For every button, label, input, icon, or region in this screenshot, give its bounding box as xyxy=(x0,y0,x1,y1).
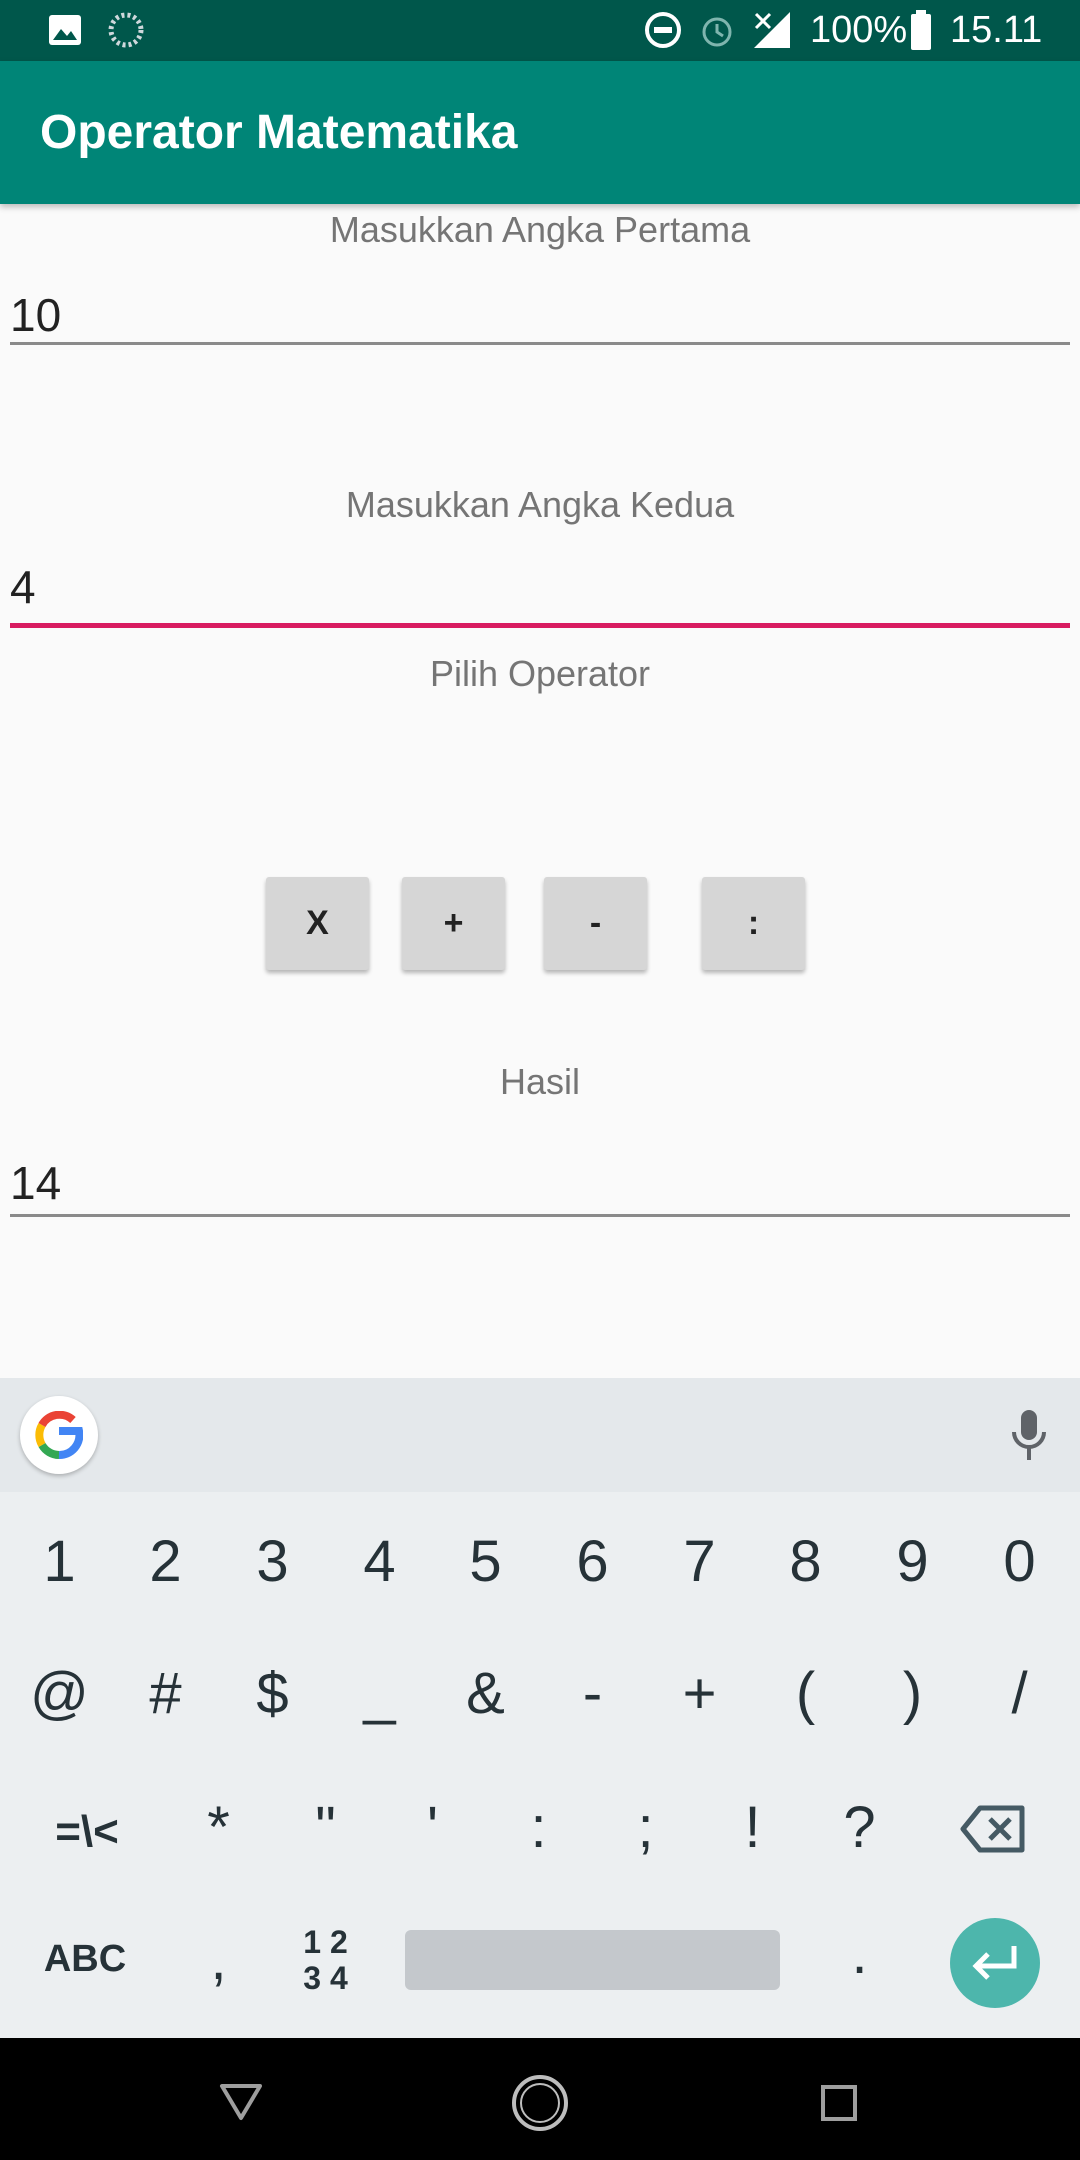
numpad-bottom-label: 3 4 xyxy=(303,1960,348,1996)
key-3[interactable]: 3 xyxy=(219,1528,326,1595)
result-underline xyxy=(10,1214,1070,1217)
key-5[interactable]: 5 xyxy=(432,1528,539,1595)
enter-icon xyxy=(972,1946,1017,1980)
key-single-quote[interactable]: ' xyxy=(379,1794,486,1861)
recents-icon[interactable] xyxy=(820,2084,858,2122)
multiply-button[interactable]: X xyxy=(266,877,369,970)
google-icon xyxy=(35,1411,83,1459)
first-number-input[interactable]: 10 xyxy=(10,280,1070,350)
alarm-icon xyxy=(702,17,732,47)
second-number-underline xyxy=(10,623,1070,628)
keyboard: 1 2 3 4 5 6 7 8 9 0 @ # $ _ & - + ( ) / … xyxy=(0,1492,1080,2038)
key-7[interactable]: 7 xyxy=(646,1528,753,1595)
add-button[interactable]: + xyxy=(402,877,505,970)
key-period[interactable]: . xyxy=(806,1920,913,1987)
key-exclamation[interactable]: ! xyxy=(699,1794,806,1861)
navigation-bar xyxy=(0,2038,1080,2160)
key-plus[interactable]: + xyxy=(646,1660,753,1727)
key-hash[interactable]: # xyxy=(112,1660,219,1727)
key-question[interactable]: ? xyxy=(806,1794,913,1861)
clock: 15.11 xyxy=(950,9,1043,51)
result-value: 14 xyxy=(10,1157,62,1209)
key-abc[interactable]: ABC xyxy=(30,1938,140,1981)
key-minus[interactable]: - xyxy=(539,1660,646,1727)
status-bar: 100% 15.11 xyxy=(0,0,1080,61)
first-number-label: Masukkan Angka Pertama xyxy=(329,209,751,250)
key-8[interactable]: 8 xyxy=(752,1528,859,1595)
dnd-icon xyxy=(645,12,681,48)
backspace-icon[interactable] xyxy=(960,1804,1026,1854)
keyboard-suggestion-strip xyxy=(0,1378,1080,1492)
second-number-input[interactable]: 4 xyxy=(10,556,1070,631)
subtract-button[interactable]: - xyxy=(544,877,647,970)
microphone-icon[interactable] xyxy=(1010,1408,1048,1464)
operator-label: Pilih Operator xyxy=(429,653,651,694)
first-number-underline xyxy=(10,342,1070,345)
second-number-label: Masukkan Angka Kedua xyxy=(345,484,735,525)
app-bar: Operator Matematika xyxy=(0,61,1080,204)
key-open-paren[interactable]: ( xyxy=(752,1660,859,1727)
battery-percent: 100% xyxy=(810,9,908,51)
key-numpad[interactable]: 1 2 3 4 xyxy=(272,1924,379,2004)
key-4[interactable]: 4 xyxy=(326,1528,433,1595)
key-0[interactable]: 0 xyxy=(966,1528,1073,1595)
result-label: Hasil xyxy=(499,1061,580,1102)
key-colon[interactable]: : xyxy=(485,1794,592,1861)
key-underscore[interactable]: _ xyxy=(326,1660,433,1727)
key-close-paren[interactable]: ) xyxy=(859,1660,966,1727)
back-icon[interactable] xyxy=(218,2082,264,2122)
key-slash[interactable]: / xyxy=(966,1660,1073,1727)
key-double-quote[interactable]: " xyxy=(272,1794,379,1861)
key-2[interactable]: 2 xyxy=(112,1528,219,1595)
key-ampersand[interactable]: & xyxy=(432,1660,539,1727)
google-button[interactable] xyxy=(20,1396,98,1474)
loading-icon xyxy=(108,12,144,48)
key-semicolon[interactable]: ; xyxy=(592,1794,699,1861)
home-icon[interactable] xyxy=(510,2073,570,2133)
second-number-value: 4 xyxy=(10,561,36,613)
first-number-value: 10 xyxy=(10,289,62,341)
key-9[interactable]: 9 xyxy=(859,1528,966,1595)
divide-button[interactable]: : xyxy=(702,877,805,970)
image-icon xyxy=(49,15,81,45)
key-at[interactable]: @ xyxy=(6,1660,113,1727)
space-bar[interactable] xyxy=(405,1930,780,1990)
battery-icon xyxy=(911,10,931,50)
signal-icon xyxy=(754,12,790,48)
key-comma[interactable]: , xyxy=(165,1926,272,1993)
key-asterisk[interactable]: * xyxy=(165,1794,272,1861)
app-title: Operator Matematika xyxy=(40,106,518,159)
key-6[interactable]: 6 xyxy=(539,1528,646,1595)
numpad-top-label: 1 2 xyxy=(303,1924,348,1960)
enter-button[interactable] xyxy=(950,1918,1040,2008)
key-more-symbols[interactable]: =\< xyxy=(32,1807,142,1857)
result-field[interactable]: 14 xyxy=(10,1150,1070,1220)
key-dollar[interactable]: $ xyxy=(219,1660,326,1727)
key-1[interactable]: 1 xyxy=(6,1528,113,1595)
